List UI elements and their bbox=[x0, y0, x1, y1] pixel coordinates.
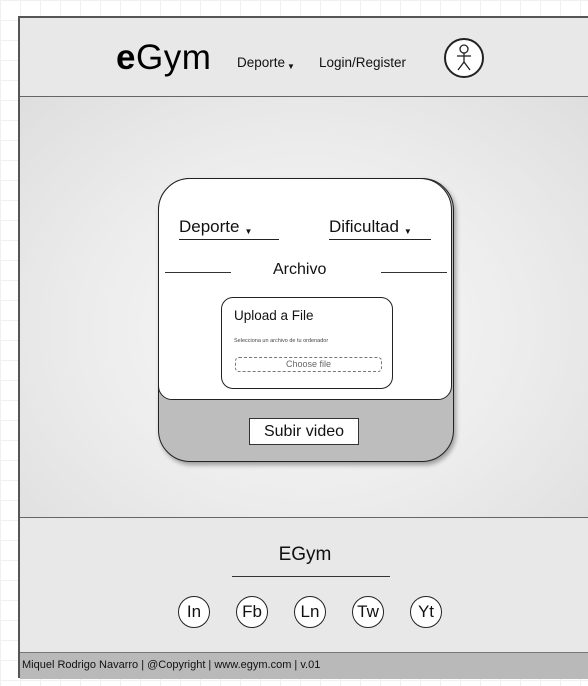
logo-bold: e bbox=[116, 38, 136, 77]
nav-deporte-dropdown[interactable]: Deporte ▼ bbox=[237, 55, 295, 71]
deporte-select-label: Deporte bbox=[179, 217, 240, 236]
deporte-select[interactable]: Deporte ▼ bbox=[179, 217, 279, 240]
choose-file-button[interactable]: Choose file bbox=[235, 357, 382, 372]
footer-divider bbox=[232, 576, 390, 577]
main-content: Subir video Deporte ▼ Dificultad ▼ Archivo… bbox=[20, 97, 588, 518]
footer-title: EGym bbox=[278, 544, 332, 565]
logo[interactable]: eGym bbox=[116, 38, 211, 78]
footer: EGym In Fb Ln Tw Yt bbox=[20, 518, 588, 652]
twitter-icon[interactable]: Tw bbox=[352, 596, 384, 628]
nav-login-register[interactable]: Login/Register bbox=[319, 55, 406, 70]
header: eGym Deporte ▼ Login/Register bbox=[20, 18, 588, 97]
caret-down-icon: ▼ bbox=[287, 62, 295, 71]
copyright-text: Miquel Rodrigo Navarro | @Copyright | ww… bbox=[22, 659, 321, 671]
facebook-icon[interactable]: Fb bbox=[236, 596, 268, 628]
logo-text: Gym bbox=[135, 38, 212, 77]
subir-video-button[interactable]: Subir video bbox=[249, 418, 359, 445]
copyright-bar: Miquel Rodrigo Navarro | @Copyright | ww… bbox=[20, 652, 588, 679]
upload-help-text: Selecciona un archivo de tu ordenador bbox=[234, 338, 329, 344]
dificultad-select[interactable]: Dificultad ▼ bbox=[329, 217, 431, 240]
upload-form: Deporte ▼ Dificultad ▼ Archivo Upload a Fi… bbox=[158, 178, 452, 400]
page-frame: eGym Deporte ▼ Login/Register Subir video… bbox=[18, 16, 588, 679]
nav-deporte-label: Deporte bbox=[237, 55, 286, 70]
section-divider-left bbox=[165, 272, 231, 273]
youtube-icon[interactable]: Yt bbox=[410, 596, 442, 628]
user-avatar-icon[interactable] bbox=[444, 38, 484, 78]
section-divider-right bbox=[381, 272, 447, 273]
upload-title: Upload a File bbox=[234, 308, 314, 323]
caret-down-icon: ▼ bbox=[244, 227, 253, 236]
upload-file-box: Upload a File Selecciona un archivo de t… bbox=[221, 297, 393, 389]
dificultad-select-label: Dificultad bbox=[329, 217, 399, 236]
linkedin-in-icon[interactable]: In bbox=[178, 596, 210, 628]
caret-down-icon: ▼ bbox=[403, 227, 412, 236]
linkedin-icon[interactable]: Ln bbox=[294, 596, 326, 628]
archivo-section-title: Archivo bbox=[273, 261, 327, 278]
